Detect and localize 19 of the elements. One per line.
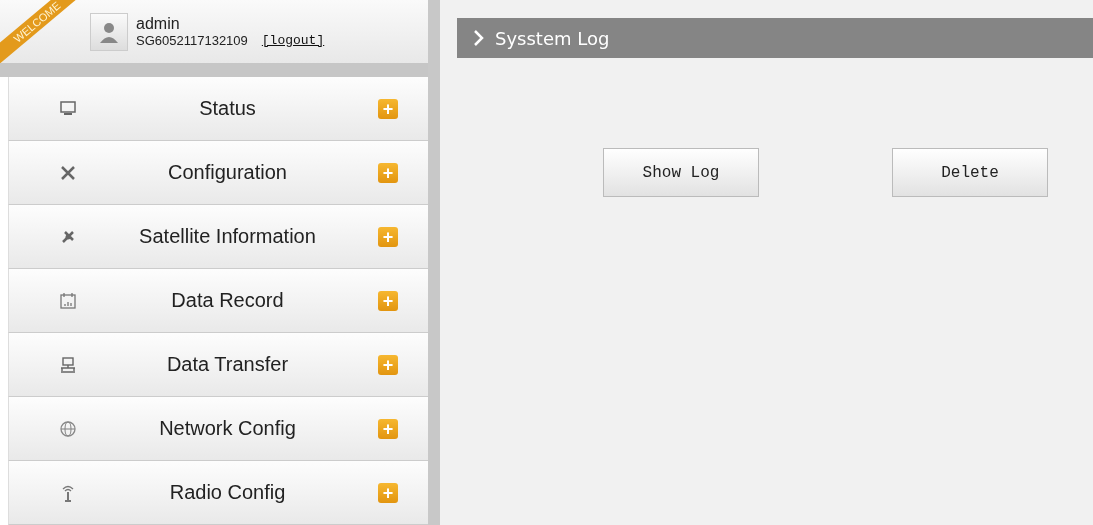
globe-icon — [59, 419, 77, 438]
chevron-icon — [473, 29, 485, 47]
network-icon — [59, 355, 77, 374]
action-button[interactable]: Show Log — [603, 148, 759, 197]
menu-item[interactable]: Data Transfer + — [8, 333, 428, 397]
action-button[interactable]: Delete — [892, 148, 1048, 197]
menu-item[interactable]: Satellite Information + — [8, 205, 428, 269]
user-name: admin — [136, 15, 181, 33]
menu-item[interactable]: Data Record + — [8, 269, 428, 333]
avatar-icon — [90, 12, 128, 51]
serial-number: SG6052117132109 — [136, 33, 248, 48]
monitor-icon — [59, 99, 77, 118]
menu-item[interactable]: Radio Config + — [8, 461, 428, 525]
menu-item[interactable]: Configuration + — [8, 141, 428, 205]
menu-item[interactable]: Status + — [8, 77, 428, 141]
logout-link[interactable]: [logout] — [261, 33, 325, 48]
calendar-icon — [59, 291, 77, 310]
panel-title: Sysstem Log — [495, 27, 610, 49]
menu-item[interactable]: Network Config + — [8, 397, 428, 461]
